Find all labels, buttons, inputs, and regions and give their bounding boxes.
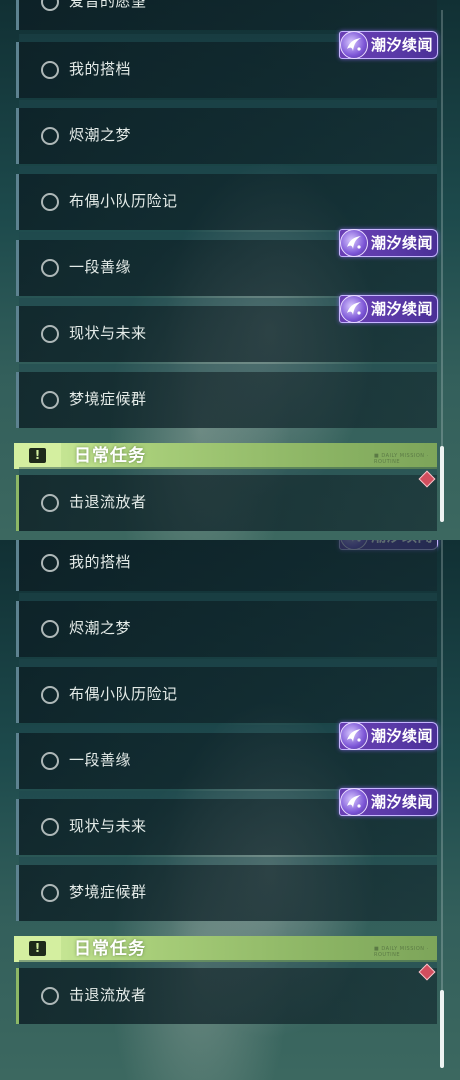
quest-item[interactable]: 烬潮之梦 — [16, 593, 437, 657]
quest-item[interactable]: 梦境症候群 — [16, 857, 437, 921]
quest-item[interactable]: 布偶小队历险记 — [16, 659, 437, 723]
quest-title: 我的搭档 — [69, 553, 132, 571]
empty-circle-icon — [41, 193, 59, 211]
badge-label: 潮汐续闻 — [371, 793, 434, 811]
badge-label: 潮汐续闻 — [371, 234, 434, 252]
empty-circle-icon — [41, 554, 59, 572]
tide-emblem-icon — [340, 31, 368, 59]
tide-story-badge: 潮汐续闻 — [339, 722, 438, 750]
quest-title: 击退流放者 — [69, 493, 147, 511]
quest-title: 爱音的愿望 — [69, 0, 147, 10]
empty-circle-icon — [41, 259, 59, 277]
quest-title: 布偶小队历险记 — [69, 192, 178, 210]
empty-circle-icon — [41, 0, 59, 11]
tide-story-badge: 潮汐续闻 — [339, 295, 438, 323]
section-header-daily[interactable]: ! 日常任务 ■ DAILY MISSION · ROUTINE — [14, 936, 437, 962]
empty-circle-icon — [41, 987, 59, 1005]
quest-title: 我的搭档 — [69, 60, 132, 78]
section-title: 日常任务 — [74, 446, 146, 466]
quest-list-panel-top: 爱音的愿望 我的搭档 烬潮之梦 布偶小队历险记 一段善缘 现状与未来 梦境症候群… — [0, 0, 460, 540]
badge-label: 潮汐续闻 — [371, 36, 434, 54]
quest-title: 梦境症候群 — [69, 390, 147, 408]
empty-circle-icon — [41, 325, 59, 343]
empty-circle-icon — [41, 620, 59, 638]
quest-title: 现状与未来 — [69, 324, 147, 342]
scrollbar-thumb[interactable] — [440, 446, 444, 522]
empty-circle-icon — [41, 127, 59, 145]
tide-emblem-icon — [340, 295, 368, 323]
empty-circle-icon — [41, 884, 59, 902]
quest-title: 击退流放者 — [69, 986, 147, 1004]
quest-item[interactable]: 布偶小队历险记 — [16, 166, 437, 230]
empty-circle-icon — [41, 494, 59, 512]
badge-label: 潮汐续闻 — [371, 300, 434, 318]
tide-emblem-icon — [340, 722, 368, 750]
exclamation-box-icon: ! — [14, 443, 61, 469]
quest-title: 梦境症候群 — [69, 883, 147, 901]
exclamation-box-icon: ! — [14, 936, 61, 962]
quest-title: 烬潮之梦 — [69, 126, 132, 144]
tide-story-badge: 潮汐续闻 — [339, 788, 438, 816]
tide-story-badge: 潮汐续闻 — [339, 31, 438, 59]
badge-label: 潮汐续闻 — [371, 727, 434, 745]
section-decoration: ■ DAILY MISSION · ROUTINE — [374, 946, 429, 958]
quest-item[interactable]: 我的搭档 — [16, 540, 437, 591]
quest-title: 一段善缘 — [69, 258, 132, 276]
tide-emblem-icon — [340, 788, 368, 816]
empty-circle-icon — [41, 61, 59, 79]
quest-item[interactable]: 梦境症候群 — [16, 364, 437, 428]
empty-circle-icon — [41, 752, 59, 770]
quest-item[interactable]: 爱音的愿望 — [16, 0, 437, 30]
section-title: 日常任务 — [74, 939, 146, 959]
quest-list-panel-bottom: 潮汐续闻 我的搭档 烬潮之梦 布偶小队历险记 一段善缘 现状与未来 梦境症候群 … — [0, 540, 460, 1080]
empty-circle-icon — [41, 818, 59, 836]
scrollbar-thumb[interactable] — [440, 990, 444, 1068]
quest-title: 一段善缘 — [69, 751, 132, 769]
daily-quest-item[interactable]: 击退流放者 — [16, 467, 437, 531]
empty-circle-icon — [41, 686, 59, 704]
section-header-daily[interactable]: ! 日常任务 ■ DAILY MISSION · ROUTINE — [14, 443, 437, 469]
empty-circle-icon — [41, 391, 59, 409]
daily-quest-item[interactable]: 击退流放者 — [16, 960, 437, 1024]
quest-title: 现状与未来 — [69, 817, 147, 835]
scrollbar-track[interactable] — [441, 540, 443, 1068]
quest-item[interactable]: 烬潮之梦 — [16, 100, 437, 164]
tide-emblem-icon — [340, 229, 368, 257]
quest-title: 布偶小队历险记 — [69, 685, 178, 703]
tide-story-badge: 潮汐续闻 — [339, 229, 438, 257]
quest-title: 烬潮之梦 — [69, 619, 132, 637]
section-decoration: ■ DAILY MISSION · ROUTINE — [374, 453, 429, 465]
